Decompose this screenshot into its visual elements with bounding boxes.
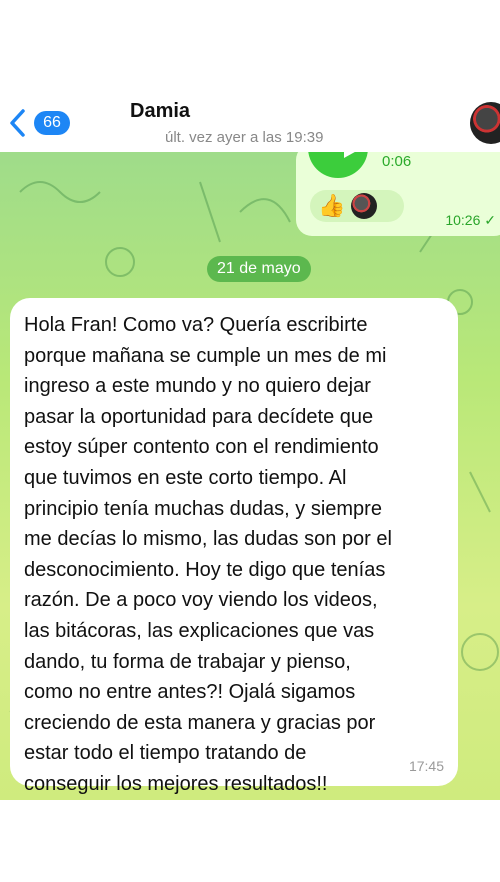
thumbs-up-icon: 👍 xyxy=(318,193,346,218)
message-line: desconocimiento. Hoy te digo que tenías xyxy=(24,558,386,581)
chat-header: 66 Damia últ. vez ayer a las 19:39 xyxy=(0,0,500,152)
chat-app: 66 Damia últ. vez ayer a las 19:39 0:06 … xyxy=(0,0,500,882)
contact-avatar[interactable] xyxy=(470,102,500,144)
message-line: Hola Fran! Como va? Quería escribirte xyxy=(24,314,368,336)
message-line: pasar la oportunidad para decídete que xyxy=(24,405,374,428)
voice-duration: 0:06 xyxy=(382,153,412,170)
unread-count-badge: 66 xyxy=(34,111,70,135)
play-icon xyxy=(344,152,362,158)
message-text: Hola Fran! Como va? Quería escribirte po… xyxy=(24,310,449,800)
message-line: estoy súper contento con el rendimiento xyxy=(24,436,379,459)
chat-area: 0:06 👍 10:26 ✓ 21 de mayo Hola Fran! Com… xyxy=(0,152,500,800)
message-line: como no entre antes?! Ojalá sigamos xyxy=(24,681,356,704)
message-bubble[interactable]: Hola Fran! Como va? Quería escribirte po… xyxy=(10,298,458,795)
chevron-left-icon xyxy=(10,109,25,137)
message-line: razón. De a poco voy viendo los videos, xyxy=(24,589,378,612)
message-line: principio tenía muchas dudas, y siempre xyxy=(24,497,382,520)
back-button[interactable]: 66 xyxy=(8,108,70,138)
message-line: ingreso a este mundo y no quiero dejar xyxy=(24,375,371,398)
play-button[interactable] xyxy=(308,152,368,178)
message-time: 17:45 xyxy=(408,758,444,774)
message-line: creciendo de esta manera y gracias por xyxy=(24,711,376,734)
reaction-chip[interactable]: 👍 xyxy=(310,190,404,222)
message-line: que tuvimos en este corto tiempo. Al xyxy=(24,466,347,489)
voice-time: 10:26 ✓ xyxy=(445,212,496,228)
message-line: estar todo el tiempo tratando de xyxy=(24,742,307,765)
last-seen-status: últ. vez ayer a las 19:39 xyxy=(165,129,324,146)
message-line: dando, tu forma de trabajar y pienso, xyxy=(24,650,351,673)
message-line: las bitácoras, las explicaciones que vas xyxy=(24,619,375,642)
message-line: me decías lo mismo, las dudas son por el xyxy=(24,528,392,551)
reaction-avatar xyxy=(351,193,378,219)
contact-name[interactable]: Damia xyxy=(130,100,190,123)
date-separator: 21 de mayo xyxy=(207,256,311,282)
message-line: porque mañana se cumple un mes de mi xyxy=(24,344,387,367)
message-line: conseguir los mejores resultados!! xyxy=(24,772,328,795)
bottom-area xyxy=(0,800,500,882)
voice-message-bubble[interactable]: 0:06 👍 10:26 ✓ xyxy=(296,152,500,236)
